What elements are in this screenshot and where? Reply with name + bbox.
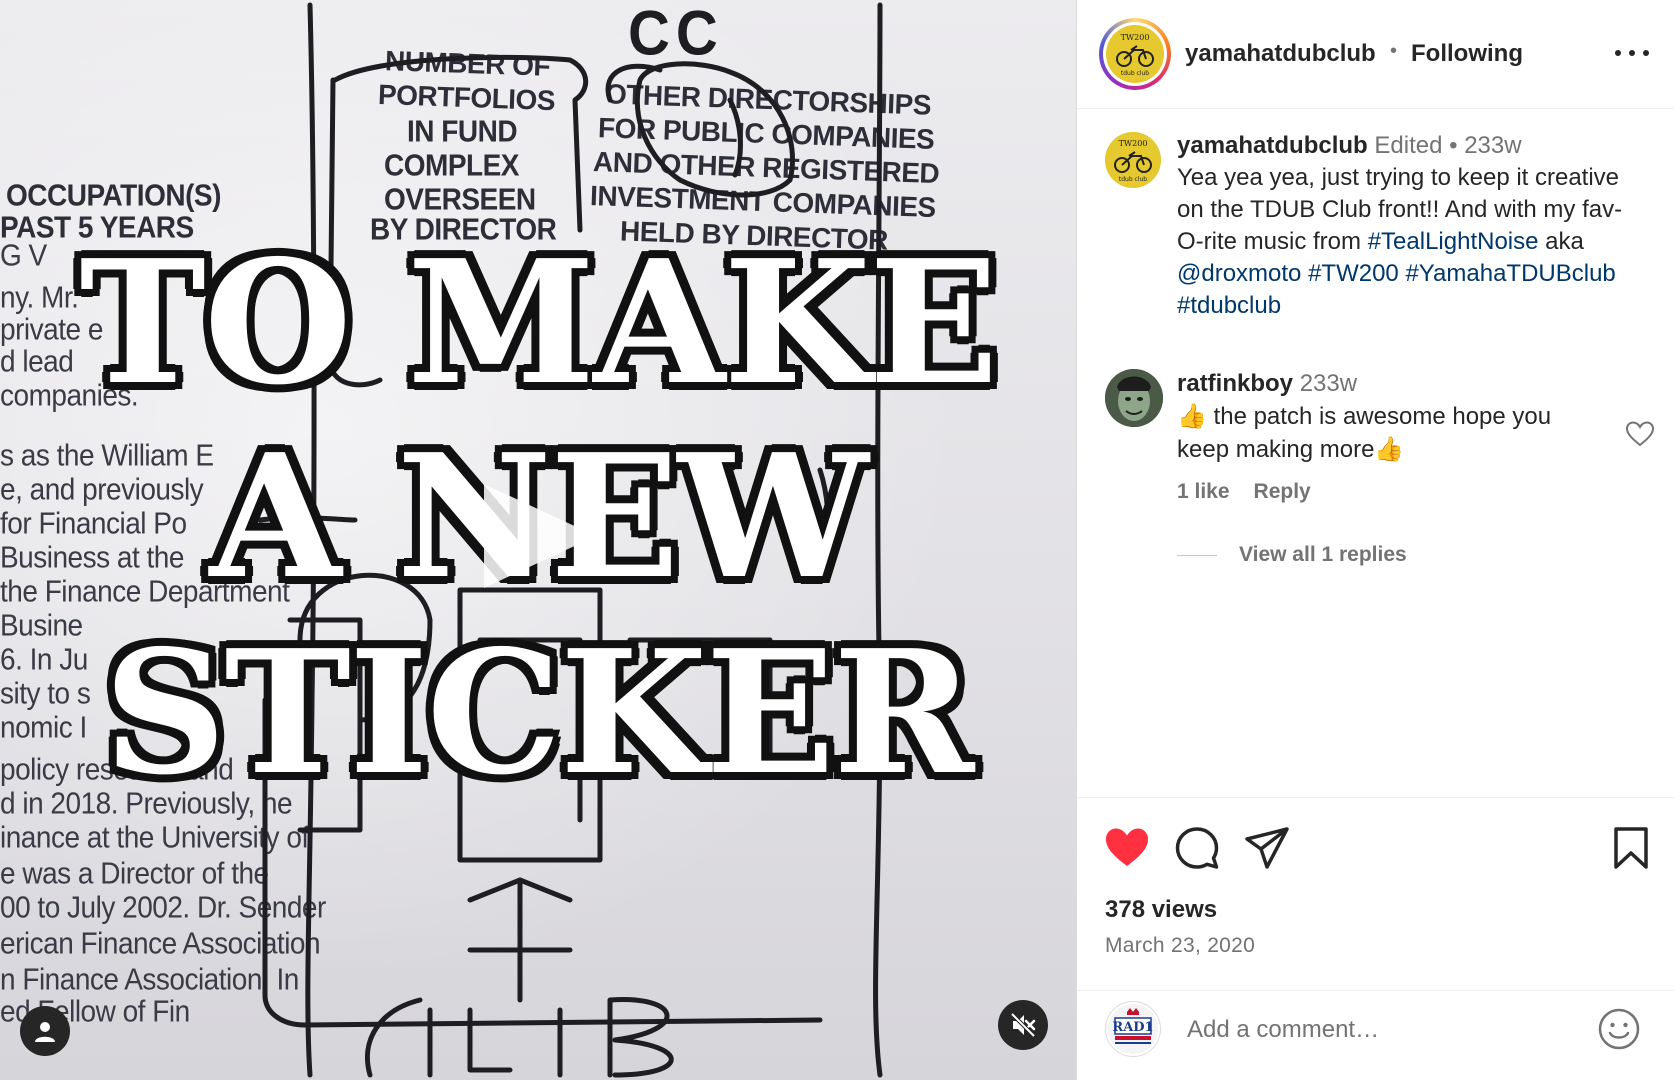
comment: ratfinkboy 233w 👍 the patch is awesome h…	[1177, 367, 1597, 466]
comment-timestamp[interactable]: 233w	[1300, 370, 1357, 397]
post-author-username[interactable]: yamahatdubclub	[1185, 40, 1376, 68]
comment-text: 👍 the patch is awesome hope you keep mak…	[1177, 403, 1552, 463]
view-replies-button[interactable]: View all 1 replies	[1239, 543, 1407, 567]
post-actions: 378 views March 23, 2020	[1077, 797, 1674, 1017]
hashtag-link[interactable]: #TW200	[1308, 260, 1399, 287]
bookmark-icon[interactable]	[1607, 824, 1655, 872]
hashtag-link[interactable]: #YamahaTDUBclub	[1405, 260, 1615, 287]
comment-bubble-icon[interactable]	[1173, 824, 1221, 872]
separator-dot: •	[1390, 40, 1398, 62]
hashtag-link[interactable]: #tdubclub	[1177, 292, 1281, 319]
speaker-muted-icon	[1010, 1012, 1036, 1038]
tagged-users-button[interactable]	[20, 1006, 70, 1056]
like-comment-heart-icon[interactable]	[1625, 420, 1655, 448]
caption-timestamp[interactable]: 233w	[1464, 132, 1521, 159]
comment-meta: 1 like Reply	[1177, 480, 1311, 504]
svg-text:tdub club: tdub club	[1119, 176, 1147, 183]
mention-link[interactable]: @droxmoto	[1177, 260, 1301, 287]
heart-filled-icon[interactable]	[1103, 824, 1151, 872]
edited-label: Edited	[1374, 132, 1443, 159]
caption-username[interactable]: yamahatdubclub	[1177, 132, 1368, 159]
play-icon[interactable]	[484, 476, 604, 596]
svg-text:TW200: TW200	[1119, 139, 1148, 148]
motorcycle-logo-icon: TW200 tdub club	[1108, 27, 1162, 81]
comment-input[interactable]	[1187, 1013, 1577, 1047]
video-player[interactable]: OCCUPATION(S) PAST 5 YEARS NUMBER OF POR…	[0, 0, 1076, 1080]
hashtag-link[interactable]: #TealLightNoise	[1368, 228, 1539, 255]
reply-button[interactable]: Reply	[1254, 480, 1311, 504]
motorcycle-logo-icon: TW200 tdub club	[1105, 132, 1161, 188]
comment-like-count[interactable]: 1 like	[1177, 480, 1230, 504]
post-caption: yamahatdubclub Edited • 233w Yea yea yea…	[1177, 130, 1647, 322]
separator-dot: •	[1449, 132, 1458, 159]
story-ring-avatar[interactable]: TW200 tdub club	[1099, 18, 1171, 90]
rad1-logo-icon: RAD1	[1108, 1004, 1158, 1054]
comment-username[interactable]: ratfinkboy	[1177, 370, 1293, 397]
caption-text: aka	[1538, 228, 1584, 255]
svg-text:TW200: TW200	[1121, 33, 1150, 42]
video-overlay-title-line: TO MAKE	[79, 223, 998, 423]
mute-toggle-button[interactable]	[998, 1000, 1048, 1050]
view-count[interactable]: 378 views	[1105, 896, 1217, 924]
more-horizontal-icon	[1615, 50, 1621, 56]
current-user-avatar[interactable]: RAD1	[1105, 1001, 1161, 1057]
commenter-avatar[interactable]	[1105, 369, 1163, 427]
svg-text:RAD1: RAD1	[1112, 1020, 1153, 1035]
post-details-panel: TW200 tdub club yamahatdubclub • Followi…	[1076, 0, 1674, 1080]
post-date[interactable]: March 23, 2020	[1105, 934, 1255, 958]
video-overlay-title-line: STICKER	[103, 613, 975, 813]
avatar: TW200 tdub club	[1106, 25, 1164, 83]
caption-author-avatar[interactable]: TW200 tdub club	[1105, 132, 1161, 188]
svg-text:tdub club: tdub club	[1121, 70, 1149, 77]
following-button[interactable]: Following	[1411, 40, 1523, 68]
user-tag-icon	[35, 1022, 55, 1042]
share-paper-plane-icon[interactable]	[1243, 824, 1291, 872]
more-options-button[interactable]	[1615, 40, 1649, 66]
post-header: TW200 tdub club yamahatdubclub • Followi…	[1077, 0, 1674, 109]
avatar	[1105, 369, 1163, 427]
divider	[1177, 555, 1217, 556]
emoji-smiley-icon[interactable]	[1597, 1007, 1641, 1051]
sketch-label: CC	[628, 0, 724, 69]
add-comment-bar: RAD1	[1077, 990, 1674, 1080]
